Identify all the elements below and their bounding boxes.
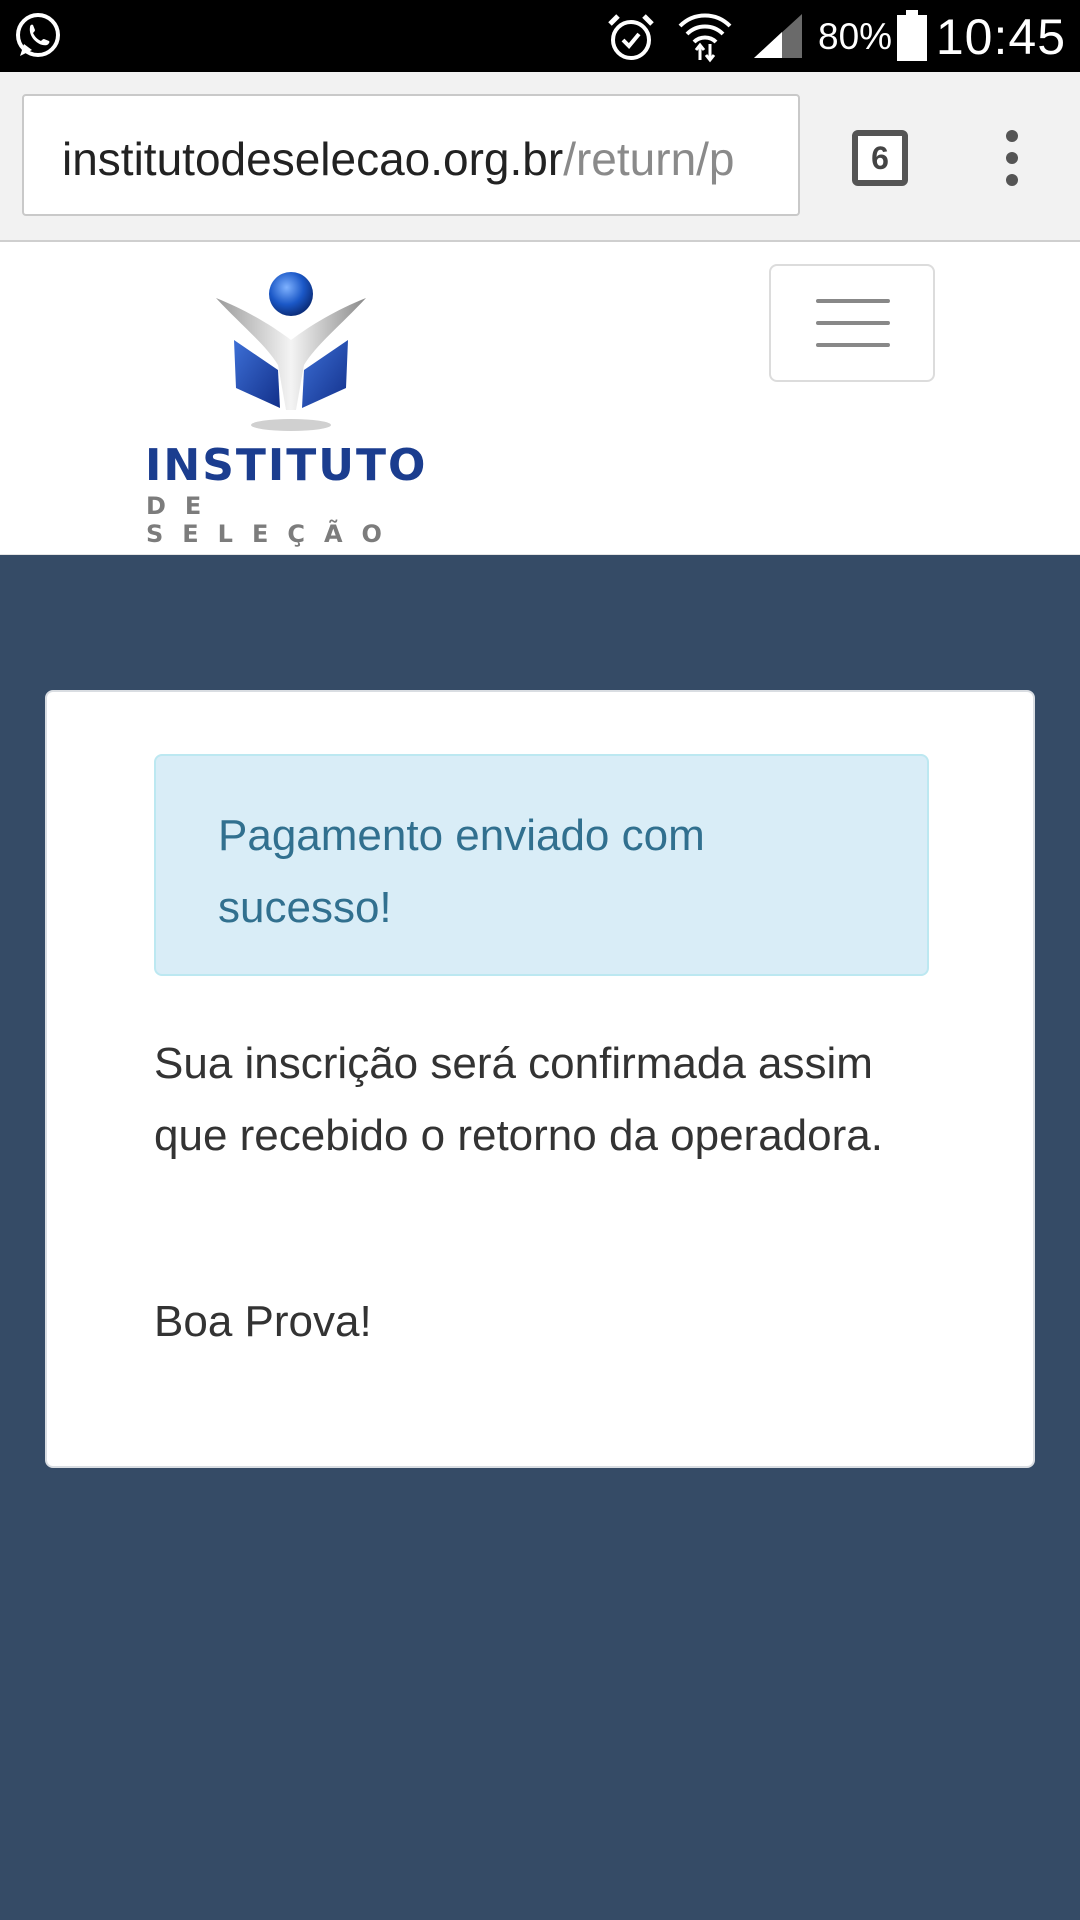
- status-bar: 80% 10:45: [0, 0, 1080, 72]
- alarm-icon: [608, 14, 654, 60]
- success-alert: Pagamento enviado com sucesso!: [154, 754, 929, 976]
- logo-subtitle: DE SELEÇÃO: [146, 492, 401, 548]
- hamburger-icon: [816, 299, 890, 303]
- menu-toggle-button[interactable]: [769, 264, 935, 382]
- confirmation-message: Sua inscrição será confirmada assim que …: [154, 1039, 883, 1160]
- closing-message: Boa Prova!: [154, 1297, 372, 1346]
- site-logo[interactable]: INSTITUTO DE SELEÇÃO: [140, 270, 460, 548]
- logo-title: INSTITUTO: [145, 440, 428, 491]
- hamburger-icon: [816, 343, 890, 347]
- battery-icon: [897, 10, 927, 61]
- clock: 10:45: [935, 9, 1066, 65]
- url-text[interactable]: institutodeselecao.org.br/return/p: [62, 132, 735, 186]
- signal-icon: [754, 14, 802, 58]
- wifi-icon: [678, 13, 732, 63]
- logo-figure-icon: [216, 272, 366, 431]
- site-header: INSTITUTO DE SELEÇÃO: [0, 242, 1080, 555]
- battery-percent: 80%: [818, 16, 893, 57]
- whatsapp-icon: [16, 13, 60, 57]
- overflow-menu-icon[interactable]: [994, 126, 1030, 190]
- url-host: institutodeselecao.org.br: [62, 133, 564, 185]
- url-path: /return/p: [563, 133, 735, 185]
- confirmation-card: Pagamento enviado com sucesso! Sua inscr…: [45, 690, 1035, 1468]
- tab-switcher-button[interactable]: 6: [852, 130, 908, 186]
- url-bar[interactable]: institutodeselecao.org.br/return/p: [22, 94, 800, 216]
- alert-text: Pagamento enviado com sucesso!: [218, 811, 705, 932]
- browser-toolbar: institutodeselecao.org.br/return/p 6: [0, 72, 1080, 242]
- hamburger-icon: [816, 321, 890, 325]
